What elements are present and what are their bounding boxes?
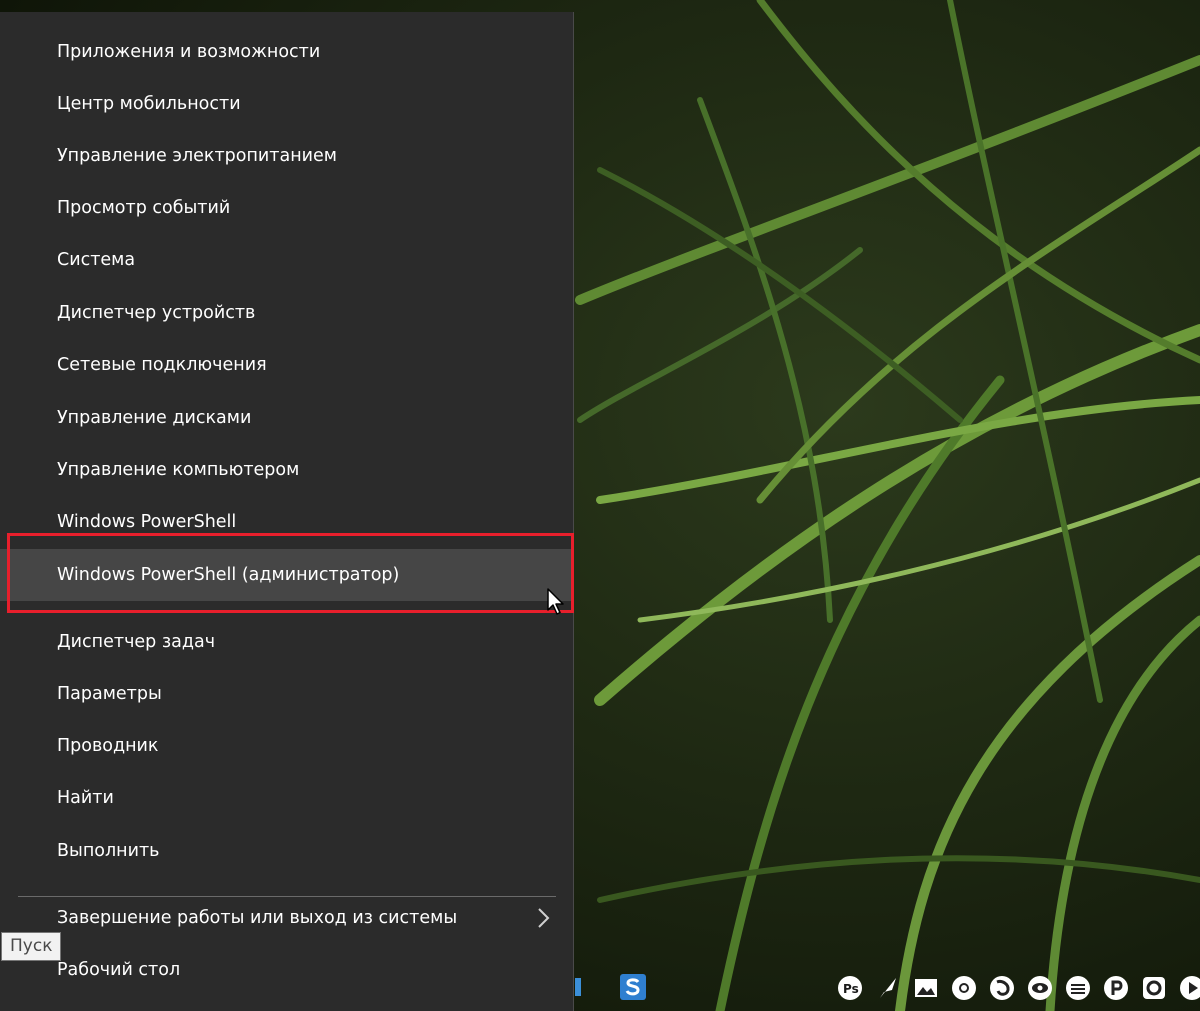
- p-icon[interactable]: [1100, 972, 1132, 1004]
- menu-item-desktop[interactable]: Рабочий стол: [0, 944, 573, 996]
- menu-item-disk-management[interactable]: Управление дисками: [0, 392, 573, 444]
- menu-item-powershell[interactable]: Windows PowerShell: [0, 496, 573, 548]
- menu-item-label: Рабочий стол: [57, 960, 181, 980]
- menu-item-power-options[interactable]: Управление электропитанием: [0, 130, 573, 182]
- feather-icon[interactable]: [872, 972, 904, 1004]
- menu-item-label: Диспетчер задач: [57, 632, 216, 652]
- stack-icon[interactable]: [1062, 972, 1094, 1004]
- menu-item-computer-management[interactable]: Управление компьютером: [0, 444, 573, 496]
- start-tooltip: Пуск: [1, 932, 62, 961]
- taskbar-edge-icon: [575, 978, 581, 996]
- menu-item-apps-features[interactable]: Приложения и возможности: [0, 26, 573, 78]
- menu-item-label: Найти: [57, 788, 114, 808]
- menu-item-label: Управление компьютером: [57, 460, 300, 480]
- menu-item-label: Диспетчер устройств: [57, 303, 256, 323]
- menu-item-mobility-center[interactable]: Центр мобильности: [0, 78, 573, 130]
- menu-item-system[interactable]: Система: [0, 234, 573, 286]
- photoshop-icon[interactable]: Ps: [834, 972, 866, 1004]
- menu-item-label: Просмотр событий: [57, 198, 231, 218]
- menu-item-label: Управление дисками: [57, 408, 252, 428]
- taskbar-skype-icon[interactable]: [618, 972, 648, 1006]
- menu-item-label: Выполнить: [57, 841, 160, 861]
- menu-item-label: Система: [57, 250, 136, 270]
- menu-item-label: Параметры: [57, 684, 162, 704]
- menu-item-label: Приложения и возможности: [57, 42, 321, 62]
- chevron-right-icon: [538, 908, 550, 928]
- play-icon[interactable]: [1176, 972, 1200, 1004]
- menu-item-task-manager[interactable]: Диспетчер задач: [0, 616, 573, 668]
- menu-item-device-manager[interactable]: Диспетчер устройств: [0, 287, 573, 339]
- menu-item-powershell-admin[interactable]: Windows PowerShell (администратор): [0, 549, 573, 601]
- s-icon: [620, 974, 646, 1000]
- menu-item-label: Центр мобильности: [57, 94, 241, 114]
- menu-item-label: Управление электропитанием: [57, 146, 337, 166]
- chrome-icon[interactable]: [948, 972, 980, 1004]
- menu-item-settings[interactable]: Параметры: [0, 668, 573, 720]
- svg-text:Ps: Ps: [843, 982, 859, 996]
- mouse-cursor-icon: [547, 588, 564, 615]
- tooltip-text: Пуск: [10, 936, 53, 956]
- menu-item-file-explorer[interactable]: Проводник: [0, 720, 573, 772]
- firefox-icon[interactable]: [986, 972, 1018, 1004]
- menu-item-label: Windows PowerShell: [57, 512, 237, 532]
- menu-item-shutdown-signout[interactable]: Завершение работы или выход из системы: [0, 892, 573, 944]
- menu-item-label: Проводник: [57, 736, 159, 756]
- menu-item-network-connections[interactable]: Сетевые подключения: [0, 339, 573, 391]
- menu-item-search[interactable]: Найти: [0, 772, 573, 824]
- menu-item-run[interactable]: Выполнить: [0, 825, 573, 877]
- menu-item-label: Windows PowerShell (администратор): [57, 565, 400, 585]
- menu-item-label: Сетевые подключения: [57, 355, 267, 375]
- menu-item-event-viewer[interactable]: Просмотр событий: [0, 182, 573, 234]
- taskbar-app-icon[interactable]: [575, 972, 585, 1000]
- winx-context-menu: Приложения и возможности Центр мобильнос…: [0, 12, 574, 1011]
- system-tray: Ps: [834, 972, 1200, 1004]
- eye-icon[interactable]: [1024, 972, 1056, 1004]
- menu-item-label: Завершение работы или выход из системы: [57, 908, 458, 928]
- image-viewer-icon[interactable]: [910, 972, 942, 1004]
- o-icon[interactable]: [1138, 972, 1170, 1004]
